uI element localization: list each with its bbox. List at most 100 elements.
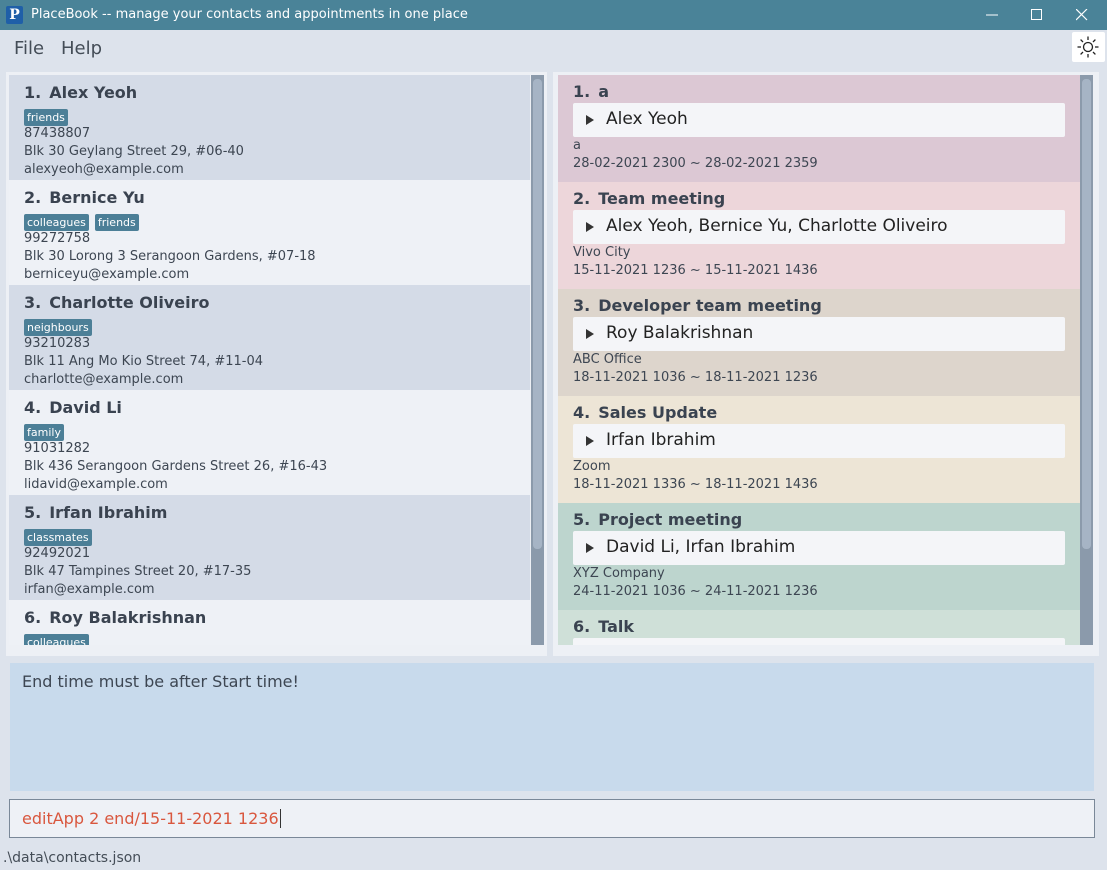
- menu-file[interactable]: File: [14, 38, 44, 59]
- close-icon: [1076, 9, 1088, 21]
- attendee-names: Alex Yeoh: [606, 109, 688, 129]
- appointment-time: 28-02-2021 2300 ~ 28-02-2021 2359: [573, 156, 818, 171]
- appointment-time: 15-11-2021 1236 ~ 15-11-2021 1436: [573, 263, 818, 278]
- appointment-list: 1. a Alex Yeoh a 28-02-2021 2300 ~ 28-02-…: [558, 75, 1080, 645]
- appointment-time: 24-11-2021 1036 ~ 24-11-2021 1236: [573, 584, 818, 599]
- person-name: Bernice Yu: [49, 188, 145, 207]
- tag-list: friends: [24, 106, 530, 126]
- attendee-dropdown[interactable]: [573, 638, 1065, 645]
- person-name-row: 5. Irfan Ibrahim: [24, 503, 530, 525]
- tag: classmates: [24, 529, 92, 546]
- person-index: 3.: [24, 293, 42, 312]
- person-address: Blk 436 Serangoon Gardens Street 26, #16…: [24, 459, 328, 474]
- theme-toggle-button[interactable]: [1072, 32, 1105, 62]
- title-bar: P PlaceBook -- manage your contacts and …: [0, 0, 1107, 30]
- person-name: David Li: [49, 398, 122, 417]
- person-name-row: 1. Alex Yeoh: [24, 83, 530, 105]
- appointment-location: a: [573, 138, 581, 153]
- window-title: PlaceBook -- manage your contacts and ap…: [31, 7, 468, 22]
- expand-arrow-icon: [586, 222, 594, 232]
- minimize-icon: [986, 14, 998, 16]
- person-email: berniceyu@example.com: [24, 267, 190, 282]
- tag: neighbours: [24, 319, 92, 336]
- expand-arrow-icon: [586, 543, 594, 553]
- appointment-card[interactable]: 4. Sales Update Irfan Ibrahim Zoom 18-11-…: [558, 396, 1080, 503]
- attendee-dropdown[interactable]: Alex Yeoh, Bernice Yu, Charlotte Oliveir…: [573, 210, 1065, 244]
- maximize-button[interactable]: [1014, 0, 1060, 30]
- appointment-card[interactable]: 5. Project meeting David Li, Irfan Ibrahi…: [558, 503, 1080, 610]
- person-index: 2.: [24, 188, 42, 207]
- appointment-card[interactable]: 2. Team meeting Alex Yeoh, Bernice Yu, Ch…: [558, 182, 1080, 289]
- appointment-card[interactable]: 3. Developer team meeting Roy Balakrishna…: [558, 289, 1080, 396]
- attendee-names: Irfan Ibrahim: [606, 430, 716, 450]
- appointment-location: ABC Office: [573, 352, 642, 367]
- appointment-title-row: 1. a: [573, 82, 1080, 104]
- person-card[interactable]: 4. David Li family 91031282 Blk 436 Seran…: [9, 390, 530, 495]
- appointment-location: XYZ Company: [573, 566, 665, 581]
- appointment-card[interactable]: 1. a Alex Yeoh a 28-02-2021 2300 ~ 28-02-…: [558, 75, 1080, 182]
- person-list: 1. Alex Yeoh friends 87438807 Blk 30 Geyl…: [9, 75, 530, 645]
- person-index: 6.: [24, 608, 42, 627]
- person-card[interactable]: 5. Irfan Ibrahim classmates 92492021 Blk …: [9, 495, 530, 600]
- person-name-row: 2. Bernice Yu: [24, 188, 530, 210]
- appointment-title: Sales Update: [598, 403, 718, 422]
- tag: family: [24, 424, 64, 441]
- person-list-panel: 1. Alex Yeoh friends 87438807 Blk 30 Geyl…: [6, 72, 547, 656]
- tag-list: family: [24, 421, 530, 441]
- person-index: 1.: [24, 83, 42, 102]
- appointment-index: 5.: [573, 510, 591, 529]
- appointment-title-row: 4. Sales Update: [573, 403, 1080, 425]
- close-button[interactable]: [1059, 0, 1105, 30]
- person-card[interactable]: 3. Charlotte Oliveiro neighbours 93210283…: [9, 285, 530, 390]
- sun-icon: [1077, 36, 1099, 58]
- appointment-title: Project meeting: [598, 510, 743, 529]
- person-email: lidavid@example.com: [24, 477, 168, 492]
- data-file-path: .\data\contacts.json: [3, 850, 142, 866]
- person-card[interactable]: 2. Bernice Yu colleagues friends 99272758 …: [9, 180, 530, 285]
- attendee-dropdown[interactable]: Roy Balakrishnan: [573, 317, 1065, 351]
- minimize-button[interactable]: [969, 0, 1015, 30]
- attendee-dropdown[interactable]: Alex Yeoh: [573, 103, 1065, 137]
- appointment-title-row: 6. Talk: [573, 617, 1080, 639]
- appointment-index: 1.: [573, 82, 591, 101]
- person-name-row: 6. Roy Balakrishnan: [24, 608, 530, 630]
- expand-arrow-icon: [586, 115, 594, 125]
- scrollbar-thumb[interactable]: [1082, 79, 1091, 549]
- menu-help[interactable]: Help: [61, 38, 102, 59]
- attendee-dropdown[interactable]: David Li, Irfan Ibrahim: [573, 531, 1065, 565]
- appointment-title: a: [598, 82, 610, 101]
- result-display: End time must be after Start time!: [10, 663, 1094, 791]
- person-name: Alex Yeoh: [49, 83, 138, 102]
- appointment-location: Vivo City: [573, 245, 631, 260]
- appointment-card[interactable]: 6. Talk: [558, 610, 1080, 645]
- appointment-title: Talk: [598, 617, 634, 636]
- command-input[interactable]: editApp 2 end/15-11-2021 1236: [22, 809, 281, 828]
- expand-arrow-icon: [586, 436, 594, 446]
- appointment-location: Zoom: [573, 459, 611, 474]
- maximize-icon: [1031, 9, 1042, 20]
- status-bar: .\data\contacts.json: [0, 846, 1107, 870]
- appointment-title-row: 5. Project meeting: [573, 510, 1080, 532]
- appointment-title-row: 2. Team meeting: [573, 189, 1080, 211]
- person-name: Irfan Ibrahim: [49, 503, 168, 522]
- person-card[interactable]: 1. Alex Yeoh friends 87438807 Blk 30 Geyl…: [9, 75, 530, 180]
- person-address: Blk 47 Tampines Street 20, #17-35: [24, 564, 252, 579]
- appointment-time: 18-11-2021 1336 ~ 18-11-2021 1436: [573, 477, 818, 492]
- appointment-list-scrollbar[interactable]: [1080, 75, 1093, 645]
- person-phone: 99272758: [24, 231, 91, 246]
- person-list-scrollbar[interactable]: [531, 75, 544, 645]
- app-logo-icon: P: [6, 6, 23, 24]
- attendee-dropdown[interactable]: Irfan Ibrahim: [573, 424, 1065, 458]
- person-name-row: 4. David Li: [24, 398, 530, 420]
- appointment-list-panel: 1. a Alex Yeoh a 28-02-2021 2300 ~ 28-02-…: [553, 72, 1099, 656]
- tag-list: classmates: [24, 526, 530, 546]
- person-index: 5.: [24, 503, 42, 522]
- person-card[interactable]: 6. Roy Balakrishnan colleagues: [9, 600, 530, 645]
- menu-bar: File Help: [0, 30, 1107, 64]
- person-phone: 87438807: [24, 126, 91, 141]
- command-box[interactable]: editApp 2 end/15-11-2021 1236: [9, 799, 1095, 838]
- scrollbar-thumb[interactable]: [533, 79, 542, 549]
- person-email: alexyeoh@example.com: [24, 162, 184, 177]
- tag-list: colleagues friends: [24, 211, 530, 231]
- appointment-time: 18-11-2021 1036 ~ 18-11-2021 1236: [573, 370, 818, 385]
